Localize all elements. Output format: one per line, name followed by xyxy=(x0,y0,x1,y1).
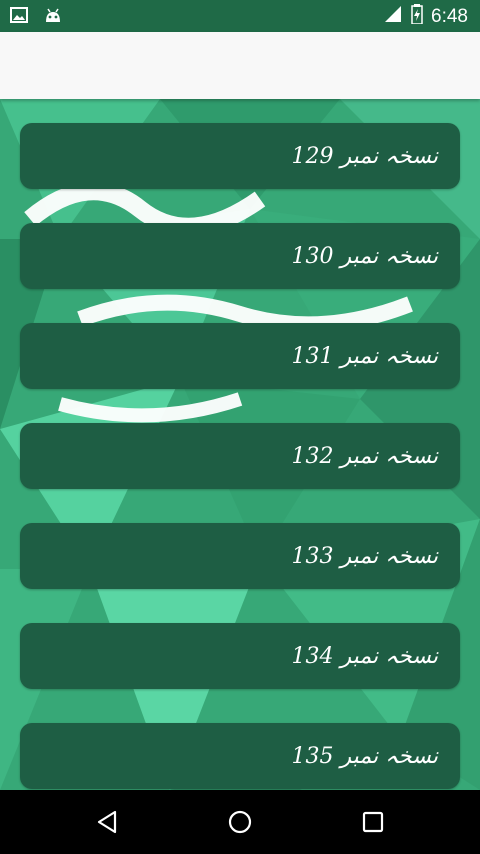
list-item-label: نسخہ نمبر 132 xyxy=(291,443,438,469)
list-item-label: نسخہ نمبر 129 xyxy=(291,143,438,169)
list-item[interactable]: نسخہ نمبر 130 xyxy=(20,223,460,289)
back-button[interactable] xyxy=(87,802,127,842)
battery-icon xyxy=(411,4,423,29)
list-item-label: نسخہ نمبر 130 xyxy=(291,243,438,269)
android-icon xyxy=(44,7,62,28)
list-item[interactable]: نسخہ نمبر 132 xyxy=(20,423,460,489)
list-item-label: نسخہ نمبر 131 xyxy=(291,343,438,369)
signal-icon xyxy=(383,4,403,29)
app-bar xyxy=(0,32,480,99)
item-list: نسخہ نمبر 129 نسخہ نمبر 130 نسخہ نمبر 13… xyxy=(0,99,480,790)
list-item[interactable]: نسخہ نمبر 134 xyxy=(20,623,460,689)
home-icon xyxy=(228,810,252,834)
home-button[interactable] xyxy=(220,802,260,842)
back-icon xyxy=(97,810,117,834)
recents-button[interactable] xyxy=(353,802,393,842)
list-item-label: نسخہ نمبر 133 xyxy=(291,543,438,569)
recents-icon xyxy=(362,811,384,833)
list-item[interactable]: نسخہ نمبر 131 xyxy=(20,323,460,389)
status-time: 6:48 xyxy=(431,5,468,27)
navigation-bar xyxy=(0,790,480,854)
status-bar: 6:48 xyxy=(0,0,480,32)
list-item[interactable]: نسخہ نمبر 129 xyxy=(20,123,460,189)
list-item[interactable]: نسخہ نمبر 133 xyxy=(20,523,460,589)
list-item-label: نسخہ نمبر 135 xyxy=(291,743,438,769)
list-item-label: نسخہ نمبر 134 xyxy=(291,643,438,669)
list-item[interactable]: نسخہ نمبر 135 xyxy=(20,723,460,789)
image-icon xyxy=(10,7,28,28)
